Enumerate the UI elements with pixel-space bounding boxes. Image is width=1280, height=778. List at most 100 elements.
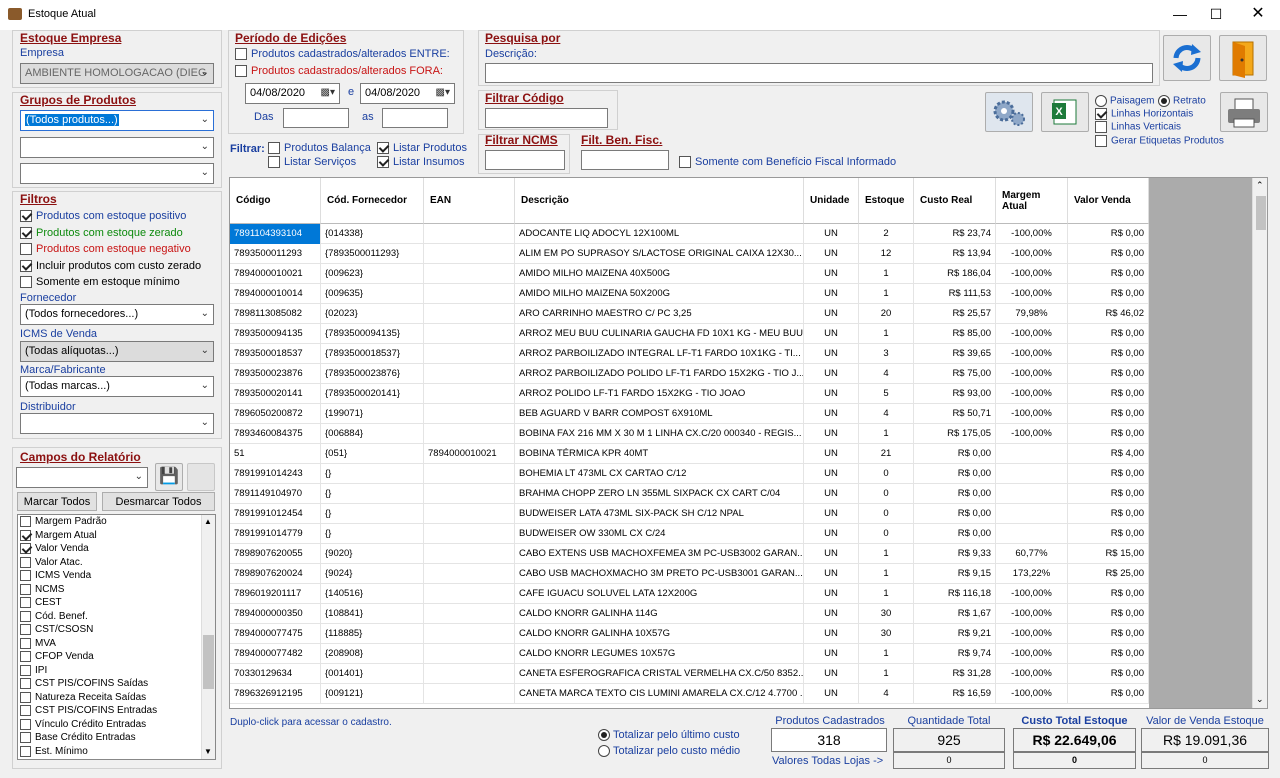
somente-beneficio-check[interactable]: Somente com Benefício Fiscal Informado xyxy=(679,156,896,169)
campo-item[interactable]: Natureza Receita Saídas xyxy=(20,691,146,706)
table-row[interactable]: 7893500020141 {7893500020141} ARROZ POLIDO… xyxy=(230,384,1149,404)
campos-list[interactable]: Margem Padrão Margem Atual Valor Venda Valo… xyxy=(17,514,216,760)
icms-select[interactable]: (Todas alíquotas...) ⌄ xyxy=(20,341,214,362)
campo-item[interactable]: CEST xyxy=(20,597,62,611)
linhas-horizontais-check[interactable]: Linhas Horizontais xyxy=(1095,108,1193,120)
checkbox[interactable] xyxy=(20,610,31,622)
checkbox[interactable] xyxy=(20,637,31,649)
scroll-up-icon[interactable]: ▲ xyxy=(204,517,212,526)
grupo-select-3[interactable]: ⌄ xyxy=(20,163,214,184)
checkbox[interactable] xyxy=(20,718,31,730)
checkbox[interactable] xyxy=(20,516,31,527)
table-row[interactable]: 7891104393104 {014338} ADOCANTE LIQ ADOCYL… xyxy=(230,224,1149,244)
checkbox[interactable] xyxy=(20,226,32,239)
gerar-etiquetas-check[interactable]: Gerar Etiquetas Produtos xyxy=(1095,135,1224,147)
campo-item[interactable]: CST/CSOSN xyxy=(20,624,93,638)
campo-item[interactable]: Est. Mínimo xyxy=(20,745,88,760)
campo-item[interactable]: Vínculo Crédito Entradas xyxy=(20,718,146,733)
fornecedor-select[interactable]: (Todos fornecedores...) ⌄ xyxy=(20,304,214,325)
checkbox[interactable] xyxy=(20,732,31,743)
descricao-input[interactable] xyxy=(485,63,1153,83)
table-row[interactable]: 7898907620055 {9020} CABO EXTENS USB MACHO… xyxy=(230,544,1149,564)
table-row[interactable]: 7891991014243{} BOHEMIA LT 473ML CX CARTA… xyxy=(230,464,1149,484)
grid-header[interactable]: Margem Atual xyxy=(996,178,1068,224)
table-row[interactable]: 7894000077475 {118885} CALDO KNORR GALINHA… xyxy=(230,624,1149,644)
grid-header[interactable]: Valor Venda xyxy=(1068,178,1149,224)
grid-scroll-up-icon[interactable]: ⌃ xyxy=(1256,180,1264,191)
checkbox[interactable] xyxy=(20,276,32,289)
table-row[interactable]: 7896050200872 {199071} BEB AGUARD V BARR C… xyxy=(230,404,1149,424)
checkbox[interactable] xyxy=(20,651,31,662)
grid-header[interactable]: Custo Real xyxy=(914,178,996,224)
table-row[interactable]: 7893500094135 {7893500094135} ARROZ MEU BU… xyxy=(230,324,1149,344)
desmarcar-todos-button[interactable]: Desmarcar Todos xyxy=(102,492,215,511)
campo-item[interactable]: CFOP Venda xyxy=(20,651,94,665)
campos-scrollbar[interactable]: ▲ ▼ xyxy=(201,515,215,759)
periodo-entre-check[interactable]: Produtos cadastrados/alterados ENTRE: xyxy=(235,48,450,61)
date-from-picker[interactable]: 04/08/2020 ▩▾ xyxy=(245,83,340,104)
listar-servicos-check[interactable]: Listar Serviços xyxy=(268,156,356,169)
checkbox[interactable] xyxy=(20,664,31,676)
exit-door-icon[interactable] xyxy=(1219,35,1267,81)
campo-item[interactable]: NCMS xyxy=(20,583,64,598)
campos-scroll-thumb[interactable] xyxy=(203,635,214,689)
table-row[interactable]: 7893500018537 {7893500018537} ARROZ PARBOI… xyxy=(230,344,1149,364)
checkbox[interactable] xyxy=(20,210,32,223)
table-row[interactable]: 7898907620024 {9024} CABO USB MACHOXMACHO … xyxy=(230,564,1149,584)
excel-export-icon[interactable]: X xyxy=(1041,92,1089,132)
campo-item[interactable]: CST PIS/COFINS Entradas xyxy=(20,705,157,719)
save-layout-icon[interactable]: 💾 xyxy=(155,463,183,491)
campo-item[interactable]: Valor Venda xyxy=(20,543,89,557)
checkbox[interactable] xyxy=(20,705,31,716)
grid-header[interactable]: Descrição xyxy=(515,178,804,224)
filtro-check-2[interactable]: Produtos com estoque negativo xyxy=(20,243,191,256)
table-row[interactable]: 7896019201117 {140516} CAFE IGUACU SOLUVEL… xyxy=(230,584,1149,604)
campo-item[interactable]: Cód. Benef. xyxy=(20,610,88,625)
grid-header[interactable]: Cód. Fornecedor xyxy=(321,178,424,224)
totalizar-medio-radio[interactable]: Totalizar pelo custo médio xyxy=(598,745,740,758)
produtos-balanca-check[interactable]: Produtos Balança xyxy=(268,142,371,155)
distribuidor-select[interactable]: ⌄ xyxy=(20,413,214,434)
table-row[interactable]: 7891991014779{} BUDWEISER OW 330ML CX C/2… xyxy=(230,524,1149,544)
grid-header[interactable]: Estoque xyxy=(859,178,914,224)
linhas-verticais-check[interactable]: Linhas Verticais xyxy=(1095,121,1181,133)
close-button[interactable]: ✕ xyxy=(1240,0,1276,30)
checkbox[interactable] xyxy=(20,543,31,554)
checkbox[interactable] xyxy=(20,583,31,595)
hora-as-input[interactable] xyxy=(382,108,448,128)
table-row[interactable]: 7893460084375 {006884} BOBINA FAX 216 MM X… xyxy=(230,424,1149,444)
campos-layout-select[interactable]: ⌄ xyxy=(16,467,148,488)
listar-insumos-check[interactable]: Listar Insumos xyxy=(377,156,465,169)
campo-item[interactable]: Valor Atac. xyxy=(20,556,83,571)
settings-gears-icon[interactable] xyxy=(985,92,1033,132)
grid-scroll-thumb[interactable] xyxy=(1256,196,1266,230)
filtro-check-4[interactable]: Somente em estoque mínimo xyxy=(20,276,180,289)
checkbox[interactable] xyxy=(20,570,31,581)
hora-das-input[interactable] xyxy=(283,108,349,128)
printer-icon[interactable] xyxy=(1220,92,1268,132)
checkbox[interactable] xyxy=(20,243,32,256)
campo-item[interactable]: Margem Atual xyxy=(20,529,97,544)
table-row[interactable]: 51 {051} 7894000010021 BOBINA TÉRMICA KPR 4… xyxy=(230,444,1149,464)
grid-scrollbar[interactable]: ⌃ ⌄ xyxy=(1252,178,1267,708)
checkbox[interactable] xyxy=(20,678,31,689)
delete-layout-icon[interactable] xyxy=(187,463,215,491)
filtrar-codigo-input[interactable] xyxy=(485,108,608,128)
grupo-select-2[interactable]: ⌄ xyxy=(20,137,214,158)
checkbox[interactable] xyxy=(20,259,32,272)
checkbox[interactable] xyxy=(20,624,31,635)
valores-todas-lojas-link[interactable]: Valores Todas Lojas -> xyxy=(772,755,883,767)
table-row[interactable]: 70330129634 {001401} CANETA ESFEROGRAFICA … xyxy=(230,664,1149,684)
campo-item[interactable]: Base Crédito Entradas xyxy=(20,732,136,746)
scroll-down-icon[interactable]: ▼ xyxy=(204,747,212,756)
table-row[interactable]: 7894000010021 {009623} AMIDO MILHO MAIZENA… xyxy=(230,264,1149,284)
campo-item[interactable]: CST PIS/COFINS Saídas xyxy=(20,678,148,692)
campo-item[interactable]: MVA xyxy=(20,637,56,652)
retrato-radio[interactable]: Retrato xyxy=(1158,95,1206,107)
filt-ben-input[interactable] xyxy=(581,150,669,170)
grupo-select-1[interactable]: (Todos produtos...) ⌄ xyxy=(20,110,214,131)
filtrar-ncms-input[interactable] xyxy=(485,150,565,170)
table-row[interactable]: 7894000077482 {208908} CALDO KNORR LEGUMES… xyxy=(230,644,1149,664)
maximize-button[interactable]: ☐ xyxy=(1198,0,1234,30)
campo-item[interactable]: IPI xyxy=(20,664,47,679)
